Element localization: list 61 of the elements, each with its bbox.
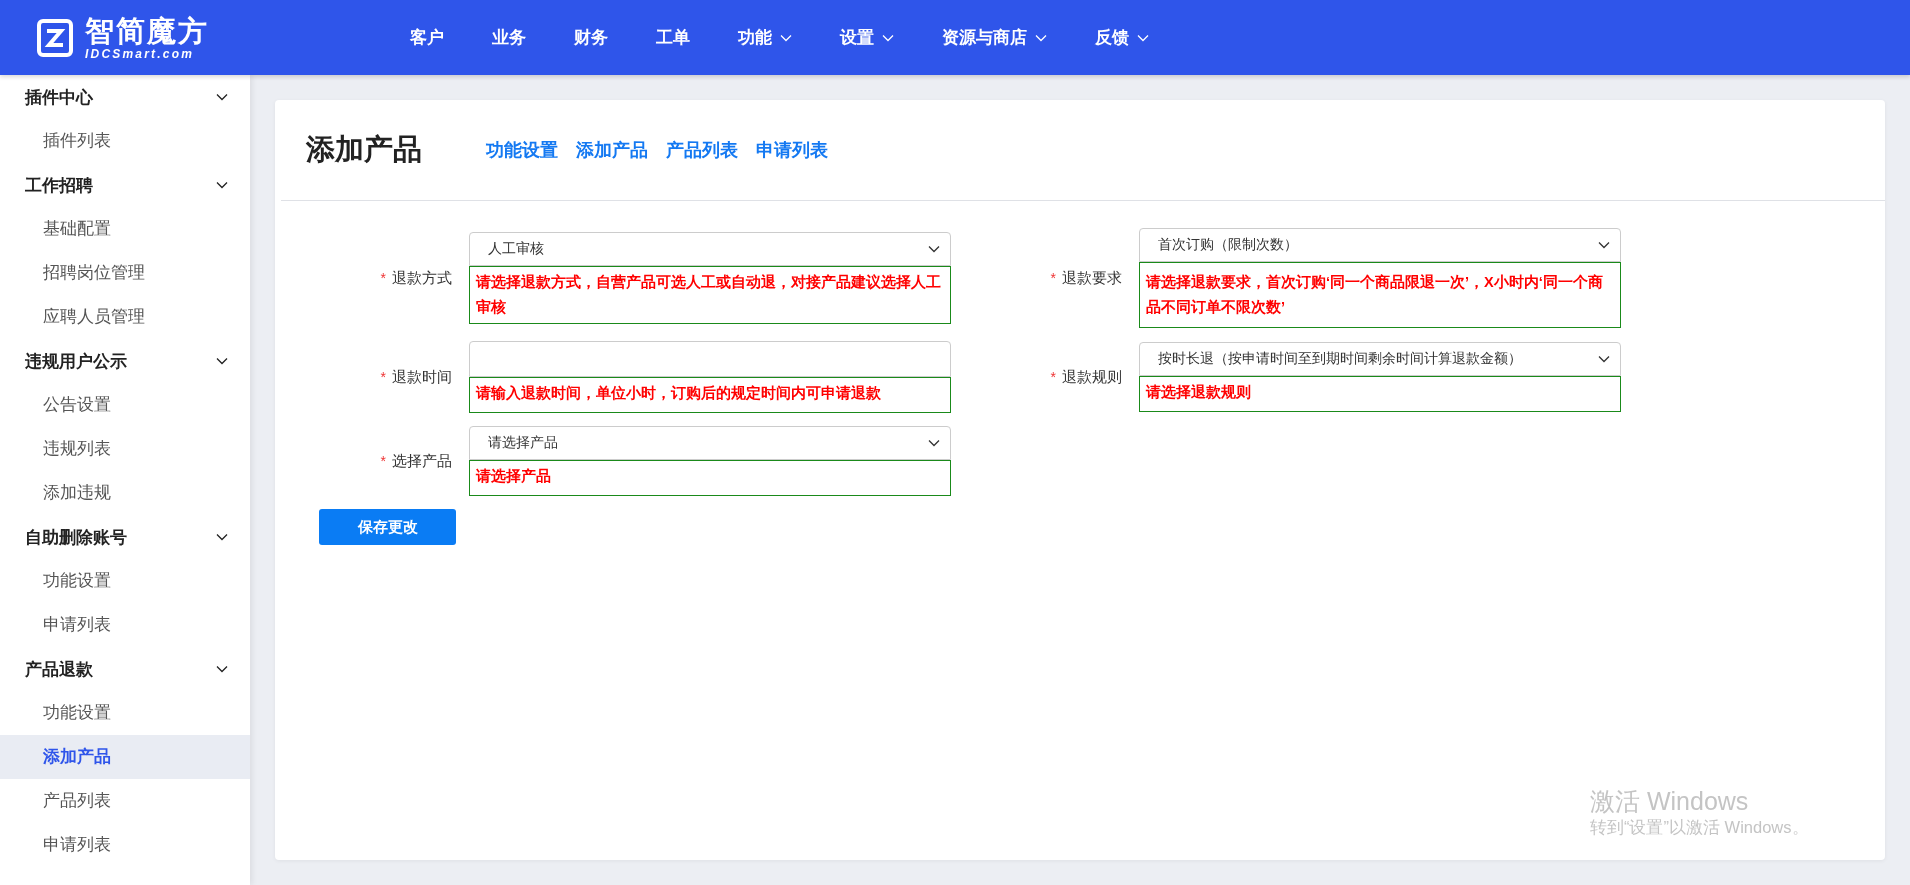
hint-message: 请输入退款时间，单位小时，订购后的规定时间内可申请退款 [469,377,951,413]
page-link[interactable]: 申请列表 [756,138,828,162]
watermark-text: 转到“设置”以激活 Windows。 [1590,817,1809,838]
sidebar-group[interactable]: 自助删除账号 [0,515,250,559]
sidebar-item[interactable]: 功能设置 [0,691,250,735]
field-label: 退款要求 [1062,268,1122,288]
nav-item[interactable]: 设置 [840,26,894,49]
nav-item[interactable]: 工单 [656,26,690,49]
watermark-title: 激活 Windows [1590,786,1750,816]
sidebar-item[interactable]: 功能设置 [0,559,250,603]
select-field[interactable]: 请选择产品 [469,426,951,460]
nav-item[interactable]: 客户 [410,26,444,49]
sidebar-group[interactable]: 违规用户公示 [0,339,250,383]
page-link[interactable]: 添加产品 [576,138,648,162]
hint-message: 请选择退款方式，自营产品可选人工或自动退，对接产品建议选择人工审核 [469,266,951,324]
sidebar-group[interactable]: 插件中心 [0,75,250,119]
caret-icon [928,245,940,253]
sidebar-item[interactable]: 应聘人员管理 [0,295,250,339]
input-field[interactable] [469,341,951,377]
field-label: 退款方式 [392,268,452,288]
page-link[interactable]: 功能设置 [486,138,558,162]
sidebar-item[interactable]: 申请列表 [0,823,250,867]
caret-icon [1598,355,1610,363]
required-mark: * [380,453,386,469]
sidebar-item[interactable]: 插件列表 [0,119,250,163]
hint-message: 请选择退款要求，首次订购‘同一个商品限退一次’，X小时内‘同一个商品不同订单不限次数’ [1139,262,1621,328]
sidebar-item[interactable]: 申请列表 [0,603,250,647]
sidebar-group[interactable]: 产品退款 [0,647,250,691]
sidebar-item[interactable]: 产品列表 [0,779,250,823]
nav-item[interactable]: 财务 [574,26,608,49]
required-mark: * [1050,369,1056,385]
field-label: 退款规则 [1062,367,1122,387]
hint-message: 请选择产品 [469,460,951,496]
required-mark: * [380,369,386,385]
logo-icon [37,18,73,57]
page-link[interactable]: 产品列表 [666,138,738,162]
hint-message: 请选择退款规则 [1139,376,1621,412]
nav-item[interactable]: 反馈 [1095,26,1149,49]
field-label: 退款时间 [392,367,452,387]
select-field[interactable]: 按时长退（按申请时间至到期时间剩余时间计算退款金额） [1139,342,1621,376]
required-mark: * [1050,270,1056,286]
page-title: 添加产品 [306,132,422,167]
sidebar-item[interactable]: 添加产品 [0,735,250,779]
save-button[interactable]: 保存更改 [319,509,456,545]
caret-icon [928,439,940,447]
sidebar-item[interactable]: 违规列表 [0,427,250,471]
nav-item[interactable]: 资源与商店 [942,26,1047,49]
sidebar-item[interactable]: 添加违规 [0,471,250,515]
caret-icon [1598,241,1610,249]
logo-domain: IDCSmart.com [85,46,196,61]
sidebar-item[interactable]: 公告设置 [0,383,250,427]
sidebar-group[interactable]: 工作招聘 [0,163,250,207]
field-label: 选择产品 [392,451,452,471]
sidebar-item[interactable]: 基础配置 [0,207,250,251]
logo-name: 智简魔方 [85,14,209,47]
nav-item[interactable]: 业务 [492,26,526,49]
nav-item[interactable]: 功能 [738,26,792,49]
sidebar-item[interactable]: 招聘岗位管理 [0,251,250,295]
select-field[interactable]: 首次订购（限制次数） [1139,228,1621,262]
select-field[interactable]: 人工审核 [469,232,951,266]
required-mark: * [380,270,386,286]
